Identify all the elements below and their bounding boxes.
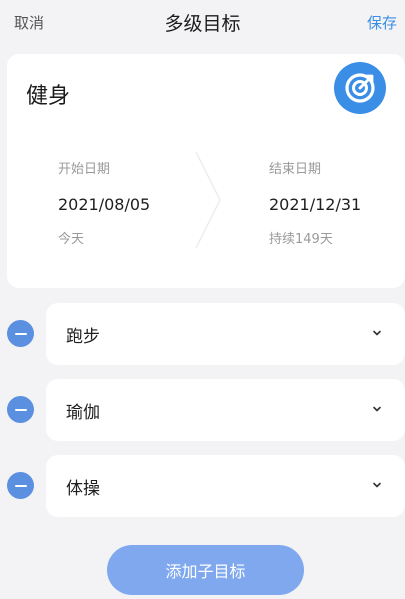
start-date-note: 今天: [58, 232, 85, 247]
sub-goal-label: 体操: [66, 479, 100, 499]
chevron-down-icon: [373, 406, 381, 412]
end-date-value: 2021/12/31: [269, 195, 362, 214]
goal-name[interactable]: 健身: [26, 78, 70, 110]
chevron-down-icon: [373, 330, 381, 336]
remove-sub-goal-button[interactable]: [7, 396, 34, 423]
remove-sub-goal-button[interactable]: [7, 472, 34, 499]
chevron-down-icon: [373, 482, 381, 488]
save-button[interactable]: 保存: [367, 12, 397, 33]
minus-icon: [14, 408, 27, 411]
sub-goal-row: 体操: [0, 455, 405, 517]
minus-icon: [14, 484, 27, 487]
sub-goal-row: 跑步: [0, 303, 405, 365]
sub-goal-dropdown[interactable]: 瑜伽: [46, 379, 405, 441]
add-sub-goal-button[interactable]: 添加子目标: [107, 545, 304, 595]
goal-card: 健身 开始日期 2021/08/05 今天 结束日期 2021/12/31 持续…: [7, 54, 405, 288]
sub-goal-row: 瑜伽: [0, 379, 405, 441]
sub-goal-label: 瑜伽: [66, 403, 100, 423]
sub-goal-dropdown[interactable]: 跑步: [46, 303, 405, 365]
sub-goal-dropdown[interactable]: 体操: [46, 455, 405, 517]
target-icon: [345, 73, 375, 103]
chevron-divider-icon: [195, 151, 221, 249]
end-date-label: 结束日期: [269, 162, 322, 177]
start-date-value: 2021/08/05: [58, 195, 151, 214]
start-date-picker[interactable]: 开始日期 2021/08/05 今天: [58, 158, 150, 247]
nav-header: 取消 多级目标 保存: [0, 0, 405, 44]
multi-level-goal-screen: 取消 多级目标 保存 健身 开始日期 2021/08/05 今天 结束日期 20…: [0, 0, 405, 599]
goal-icon-button[interactable]: [334, 62, 386, 114]
page-title: 多级目标: [164, 13, 241, 35]
start-date-label: 开始日期: [58, 162, 111, 177]
minus-icon: [14, 332, 27, 335]
duration-note: 持续149天: [269, 232, 333, 247]
remove-sub-goal-button[interactable]: [7, 320, 34, 347]
sub-goal-label: 跑步: [66, 327, 100, 347]
end-date-picker[interactable]: 结束日期 2021/12/31 持续149天: [269, 158, 361, 247]
